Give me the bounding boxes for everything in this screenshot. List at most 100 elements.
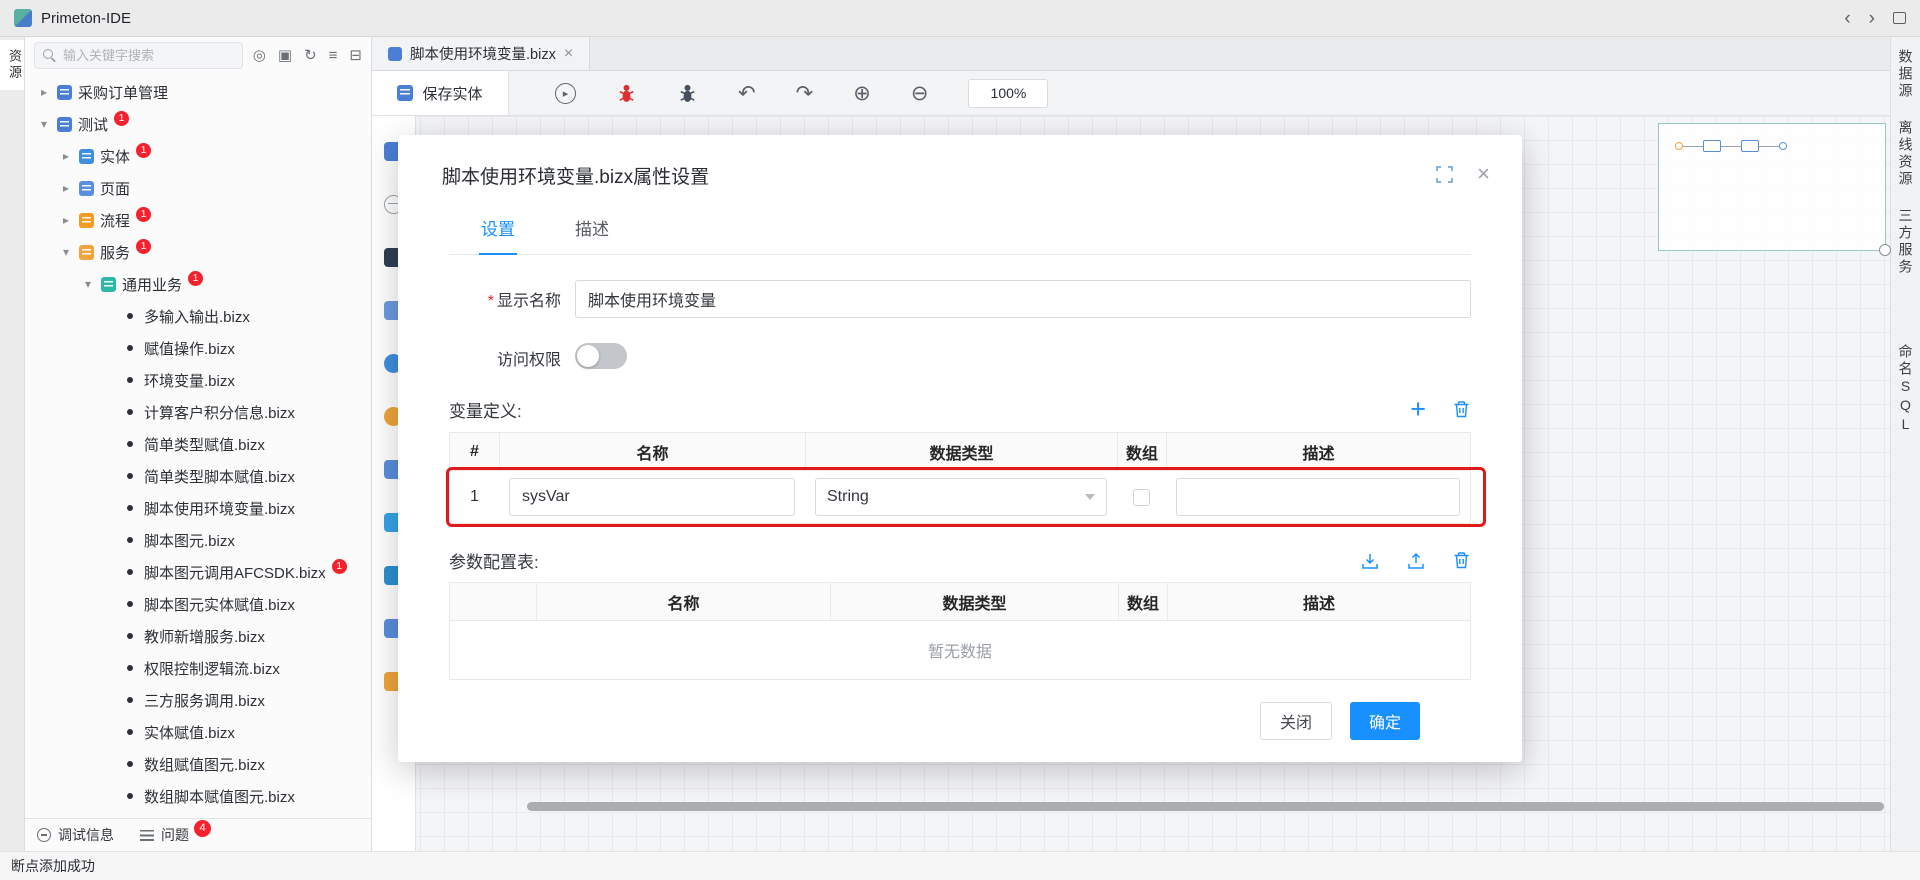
tree-item[interactable]: 三方服务调用.bizx bbox=[25, 684, 371, 716]
collapse-all-icon[interactable]: ⊟ bbox=[349, 48, 362, 63]
frame-icon[interactable]: ▣ bbox=[278, 48, 292, 63]
tree-item-label: 页面 bbox=[100, 178, 130, 199]
locate-icon[interactable]: ◎ bbox=[253, 48, 266, 63]
close-icon[interactable]: × bbox=[1477, 163, 1490, 185]
variable-name-input[interactable] bbox=[509, 478, 795, 516]
chevron-down-icon[interactable]: ▾ bbox=[59, 245, 73, 259]
refresh-icon[interactable]: ↻ bbox=[304, 48, 317, 63]
tree-item[interactable]: ▾测试1 bbox=[25, 108, 371, 140]
tree-item-label: 实体 bbox=[100, 146, 130, 167]
import-icon[interactable] bbox=[1360, 551, 1380, 571]
tree-item[interactable]: 数组赋值图元.bizx bbox=[25, 748, 371, 780]
tree-item[interactable]: 简单类型脚本赋值.bizx bbox=[25, 460, 371, 492]
export-icon[interactable] bbox=[1406, 551, 1426, 571]
tree-item-label: 通用业务 bbox=[122, 274, 182, 295]
tab-settings[interactable]: 设置 bbox=[479, 209, 517, 255]
access-toggle[interactable] bbox=[575, 343, 627, 369]
tab-close-icon[interactable]: × bbox=[564, 46, 573, 62]
array-checkbox[interactable] bbox=[1133, 489, 1150, 506]
flow-icon bbox=[79, 213, 94, 228]
package-icon bbox=[57, 85, 72, 100]
column-header: 数组 bbox=[1118, 583, 1167, 620]
tab-description[interactable]: 描述 bbox=[573, 209, 611, 254]
tree-item[interactable]: 简单类型赋值.bizx bbox=[25, 428, 371, 460]
debug-run-icon[interactable]: ▸ bbox=[555, 83, 576, 104]
layout-icon[interactable] bbox=[1893, 12, 1906, 24]
redo-icon[interactable]: ↷ bbox=[796, 83, 814, 104]
tree-item[interactable]: 多输入输出.bizx bbox=[25, 300, 371, 332]
tree-item[interactable]: 赋值操作.bizx bbox=[25, 332, 371, 364]
tree-item-label: 简单类型脚本赋值.bizx bbox=[144, 466, 295, 487]
zoom-level[interactable]: 100% bbox=[968, 79, 1048, 108]
left-rail: 资源 bbox=[0, 37, 25, 851]
tree-item[interactable]: 教师新增服务.bizx bbox=[25, 620, 371, 652]
badge: 1 bbox=[332, 559, 347, 574]
zoom-out-icon[interactable]: ⊖ bbox=[911, 83, 929, 104]
editor-tab[interactable]: 脚本使用环境变量.bizx × bbox=[372, 37, 590, 70]
tree-item[interactable]: ▾服务1 bbox=[25, 236, 371, 268]
chevron-right-icon[interactable]: ▸ bbox=[59, 213, 73, 227]
tree-item[interactable]: ▸实体1 bbox=[25, 140, 371, 172]
breakpoint-red-icon[interactable] bbox=[616, 83, 637, 104]
file-bullet-icon bbox=[127, 377, 133, 383]
editor-tab-label: 脚本使用环境变量.bizx bbox=[410, 43, 556, 64]
tree-item[interactable]: 脚本使用环境变量.bizx bbox=[25, 492, 371, 524]
save-entity-button[interactable]: 保存实体 bbox=[372, 71, 509, 115]
horizontal-scrollbar[interactable] bbox=[527, 802, 1884, 811]
save-entity-label: 保存实体 bbox=[422, 83, 482, 104]
tree-item[interactable]: 计算客户积分信息.bizx bbox=[25, 396, 371, 428]
add-variable-icon[interactable]: + bbox=[1410, 396, 1426, 423]
zoom-in-icon[interactable]: ⊕ bbox=[853, 83, 871, 104]
undo-icon[interactable]: ↶ bbox=[738, 83, 756, 104]
tree-item-label: 简单类型赋值.bizx bbox=[144, 434, 265, 455]
rail-tab-offline-resources[interactable]: 离线资源 bbox=[1896, 120, 1916, 188]
tree-item[interactable]: ▸采购订单管理 bbox=[25, 76, 371, 108]
tree-item[interactable]: ▾通用业务1 bbox=[25, 268, 371, 300]
chevron-down-icon[interactable]: ▾ bbox=[81, 277, 95, 291]
fullscreen-icon[interactable] bbox=[1436, 166, 1453, 183]
minimap[interactable] bbox=[1658, 123, 1886, 251]
tree-item[interactable]: 脚本图元调用AFCSDK.bizx1 bbox=[25, 556, 371, 588]
file-bullet-icon bbox=[127, 313, 133, 319]
chevron-right-icon[interactable]: ▸ bbox=[59, 149, 73, 163]
rail-tab-resources[interactable]: 资源 bbox=[0, 40, 24, 90]
tree-item[interactable]: 数组脚本赋值图元.bizx bbox=[25, 780, 371, 812]
rail-tab-named-sql[interactable]: 命名SQL bbox=[1896, 344, 1916, 435]
tree-item[interactable]: 环境变量.bizx bbox=[25, 364, 371, 396]
debug-info-tab[interactable]: 调试信息 bbox=[37, 825, 114, 845]
delete-param-icon[interactable] bbox=[1452, 551, 1471, 570]
display-name-input[interactable] bbox=[575, 280, 1471, 318]
flow-start-icon bbox=[1675, 142, 1683, 150]
badge: 1 bbox=[136, 207, 151, 222]
chevron-right-icon[interactable]: ▸ bbox=[59, 181, 73, 195]
tree-item[interactable]: 脚本图元实体赋值.bizx bbox=[25, 588, 371, 620]
tree-item[interactable]: ▸流程1 bbox=[25, 204, 371, 236]
tree-item[interactable]: 脚本图元.bizx bbox=[25, 524, 371, 556]
chevron-right-icon[interactable]: ▸ bbox=[37, 85, 51, 99]
ok-button[interactable]: 确定 bbox=[1350, 702, 1420, 740]
required-asterisk: * bbox=[488, 293, 494, 310]
expand-all-icon[interactable]: ≡ bbox=[329, 48, 338, 63]
back-icon[interactable]: ‹ bbox=[1844, 9, 1850, 28]
rail-tab-thirdparty-services[interactable]: 三方服务 bbox=[1896, 208, 1916, 276]
search-input[interactable] bbox=[63, 48, 234, 63]
delete-variable-icon[interactable] bbox=[1452, 400, 1471, 419]
tree-item-label: 计算客户积分信息.bizx bbox=[144, 402, 295, 423]
tree-item[interactable]: 权限控制逻辑流.bizx bbox=[25, 652, 371, 684]
data-type-select[interactable]: String bbox=[815, 478, 1107, 516]
description-input[interactable] bbox=[1176, 478, 1460, 516]
breakpoint-dark-icon[interactable] bbox=[677, 83, 698, 104]
tree-item[interactable]: 实体赋值.bizx bbox=[25, 716, 371, 748]
rail-tab-datasource[interactable]: 数据源 bbox=[1896, 49, 1916, 100]
resource-tree: ▸采购订单管理▾测试1▸实体1▸页面▸流程1▾服务1▾通用业务1多输入输出.bi… bbox=[25, 73, 371, 818]
close-button[interactable]: 关闭 bbox=[1260, 702, 1332, 740]
chevron-down-icon[interactable]: ▾ bbox=[37, 117, 51, 131]
problems-tab[interactable]: 问题 4 bbox=[140, 825, 211, 845]
minimap-flow bbox=[1675, 140, 1787, 152]
tree-item[interactable]: ▸ 页面 bbox=[25, 172, 371, 204]
debug-info-label: 调试信息 bbox=[58, 825, 114, 845]
forward-icon[interactable]: › bbox=[1869, 9, 1875, 28]
file-bullet-icon bbox=[127, 729, 133, 735]
search-icon bbox=[43, 49, 56, 62]
minimap-zoom-handle[interactable] bbox=[1879, 244, 1891, 256]
